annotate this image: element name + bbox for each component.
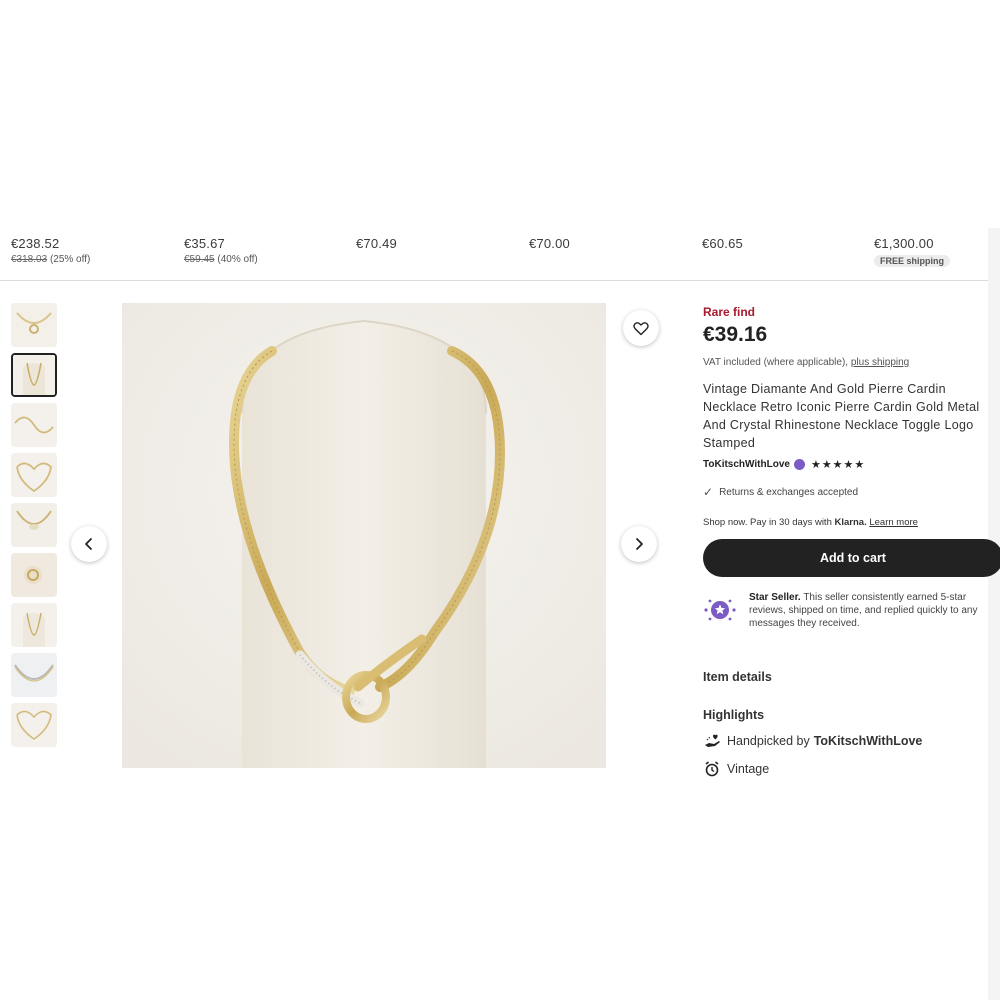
rec-original-price: €59.45 (184, 254, 215, 265)
vintage-text: Vintage (727, 762, 770, 776)
thumbnail[interactable] (11, 653, 57, 697)
shipping-link[interactable]: plus shipping (851, 357, 909, 368)
heart-icon (633, 321, 649, 335)
thumbnail[interactable] (11, 453, 57, 497)
rare-find-label: Rare find (703, 305, 756, 319)
highlight-vintage: Vintage (703, 760, 1000, 778)
product-main-image (122, 303, 606, 768)
previous-image-button[interactable] (71, 526, 107, 562)
hand-heart-icon (703, 732, 721, 750)
thumbnail-list (11, 303, 57, 753)
thumbnail[interactable] (11, 303, 57, 347)
klarna-prefix: Shop now. Pay in 30 days with (703, 517, 832, 528)
next-image-button[interactable] (621, 526, 657, 562)
highlights-heading: Highlights (703, 708, 765, 722)
rec-price: €60.65 (702, 236, 743, 251)
rec-price: €35.67 (184, 236, 225, 251)
rec-item[interactable]: €70.49 (356, 236, 506, 251)
favorite-button[interactable] (623, 310, 659, 346)
seller-name-link[interactable]: ToKitschWithLove (703, 459, 790, 470)
handpicked-text: Handpicked by (727, 734, 810, 748)
listing-price: €39.16 (703, 323, 768, 346)
rec-price: €70.00 (529, 236, 570, 251)
handpicked-seller-link[interactable]: ToKitschWithLove (814, 734, 923, 748)
rec-price: €1,300.00 (874, 236, 934, 251)
rec-item[interactable]: €1,300.00 FREE shipping (874, 236, 989, 269)
rec-item[interactable]: €238.52 €318.03 (25% off) (11, 236, 161, 265)
rec-item[interactable]: €35.67 €59.45 (40% off) (184, 236, 334, 265)
alarm-clock-icon (703, 760, 721, 778)
chevron-left-icon (85, 538, 92, 550)
rec-discount: €318.03 (25% off) (11, 254, 161, 265)
rating-stars[interactable]: ★★★★★ (811, 458, 865, 471)
returns-text: Returns & exchanges accepted (719, 486, 859, 498)
item-details-heading[interactable]: Item details (703, 670, 1000, 684)
necklace-photo (122, 303, 606, 768)
rec-item[interactable]: €60.65 (702, 236, 852, 251)
listing-panel: Rare find €39.16 VAT included (where app… (703, 305, 1000, 778)
returns-info: ✓ Returns & exchanges accepted (703, 485, 1000, 499)
learn-more-link[interactable]: Learn more (869, 517, 918, 528)
star-seller-badge-icon (793, 459, 805, 470)
rec-price: €70.49 (356, 236, 397, 251)
vat-notice: VAT included (where applicable), plus sh… (703, 357, 1000, 368)
thumbnail[interactable] (11, 603, 57, 647)
rec-price: €238.52 (11, 236, 60, 251)
star-seller-title: Star Seller. (749, 592, 801, 603)
rec-discount-percent: (40% off) (217, 254, 258, 265)
chevron-right-icon (636, 538, 643, 550)
star-seller-info: Star Seller. This seller consistently ea… (703, 591, 1000, 630)
star-seller-text: Star Seller. This seller consistently ea… (749, 591, 999, 630)
rec-discount-percent: (25% off) (49, 254, 91, 265)
highlight-handpicked: Handpicked by ToKitschWithLove (703, 732, 1000, 750)
rec-item[interactable]: €70.00 (529, 236, 679, 251)
thumbnail[interactable] (11, 553, 57, 597)
checkmark-icon: ✓ (703, 485, 714, 499)
add-to-cart-button[interactable]: Add to cart (703, 539, 1000, 577)
rec-discount: €59.45 (40% off) (184, 254, 334, 265)
free-shipping-badge: FREE shipping (874, 255, 950, 267)
klarna-logo: Klarna. (834, 517, 867, 528)
thumbnail[interactable] (11, 703, 57, 747)
vat-text: VAT included (where applicable), (703, 357, 849, 368)
star-seller-icon (704, 599, 736, 621)
thumbnail[interactable] (11, 403, 57, 447)
recommendation-strip: €238.52 €318.03 (25% off) €35.67 €59.45 … (0, 228, 1000, 281)
seller-row: ToKitschWithLove ★★★★★ (703, 458, 1000, 471)
thumbnail-active[interactable] (11, 353, 57, 397)
listing-title: Vintage Diamante And Gold Pierre Cardin … (703, 382, 980, 450)
thumbnail[interactable] (11, 503, 57, 547)
klarna-notice: Shop now. Pay in 30 days with Klarna. Le… (703, 517, 1000, 528)
rec-original-price: €318.03 (11, 254, 48, 265)
